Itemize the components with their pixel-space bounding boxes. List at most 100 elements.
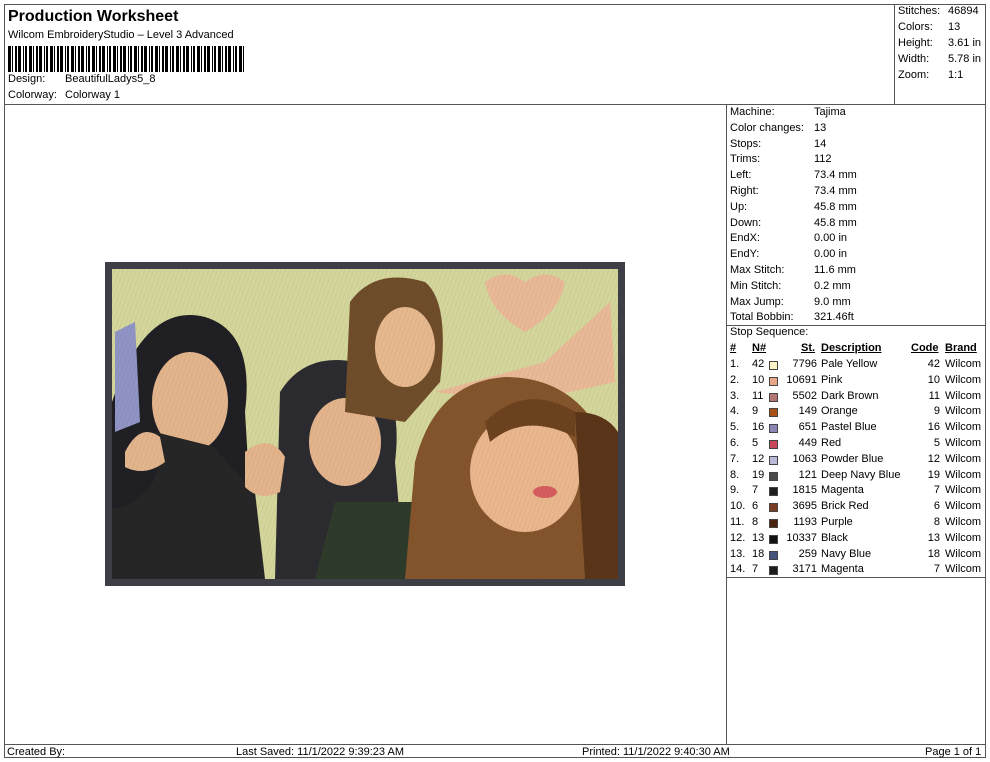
info-value: 9.0 mm xyxy=(814,295,851,308)
barcode-bar xyxy=(36,46,38,72)
stop-sequence-row: 13. 18 259 Navy Blue 18 Wilcom xyxy=(727,548,986,564)
color-code: 9 xyxy=(933,405,940,418)
color-description: Orange xyxy=(821,405,858,418)
stitch-count: 1815 xyxy=(792,484,817,497)
info-value: 0.00 in xyxy=(814,232,848,245)
info-label: Min Stitch: xyxy=(730,279,782,292)
color-code: 18 xyxy=(927,547,940,560)
stop-number: 13. xyxy=(730,547,746,560)
stat-value: 5.78 in xyxy=(948,53,982,65)
stitch-count: 1063 xyxy=(792,452,817,465)
stop-sequence-row: 9. 7 1815 Magenta 7 Wilcom xyxy=(727,484,986,500)
barcode-bar xyxy=(183,46,185,72)
stat-label: Zoom: xyxy=(898,69,930,81)
needle-number: 5 xyxy=(752,437,759,449)
info-label: Up: xyxy=(730,200,748,213)
barcode-bar xyxy=(180,46,181,72)
stop-number: 6. xyxy=(730,437,740,449)
divider xyxy=(727,577,986,578)
machine-info-row: Total Bobbin: 321.46ft xyxy=(730,311,854,323)
machine-info-row: EndY: 0.00 in xyxy=(730,248,847,260)
barcode-bar xyxy=(96,46,97,72)
info-label: Max Jump: xyxy=(730,295,784,308)
needle-number: 6 xyxy=(752,500,759,513)
stop-sequence-row: 6. 5 449 Red 5 Wilcom xyxy=(727,437,986,453)
info-label: Left: xyxy=(730,169,752,182)
color-code: 12 xyxy=(927,452,940,465)
info-label: Color changes: xyxy=(730,121,804,134)
machine-info-row: Min Stitch: 0.2 mm xyxy=(730,279,851,292)
barcode-bar xyxy=(109,46,111,72)
color-description: Powder Blue xyxy=(821,452,884,465)
info-value: 73.4 mm xyxy=(814,185,857,197)
thread-brand: Wilcom xyxy=(945,405,982,418)
machine-info-row: Stops: 14 xyxy=(730,137,826,150)
barcode-bar xyxy=(107,46,108,72)
machine-info-row: Left: 73.4 mm xyxy=(730,169,857,182)
thread-brand: Wilcom xyxy=(945,547,982,560)
color-description: Navy Blue xyxy=(821,547,872,560)
stop-number: 1. xyxy=(730,358,740,370)
needle-number: 8 xyxy=(752,516,759,528)
needle-number: 7 xyxy=(752,563,759,576)
color-code: 6 xyxy=(933,500,940,513)
stat-value: 3.61 in xyxy=(948,37,982,49)
barcode-bar xyxy=(23,46,24,72)
color-code: 8 xyxy=(933,516,940,528)
stitch-count: 3171 xyxy=(792,563,817,576)
color-swatch xyxy=(769,376,778,386)
machine-info-row: Max Jump: 9.0 mm xyxy=(730,295,851,308)
barcode-bar xyxy=(155,46,158,72)
barcode-bar xyxy=(60,46,63,72)
color-swatch xyxy=(769,424,778,434)
barcode-bar xyxy=(99,46,101,72)
color-description: Black xyxy=(821,531,848,544)
machine-info-row: Down: 45.8 mm xyxy=(730,217,857,229)
barcode-bar xyxy=(92,46,95,72)
stat-zoom: Zoom: 1:1 xyxy=(898,69,963,81)
stop-number: 9. xyxy=(730,484,740,497)
stat-colors: Colors: 13 xyxy=(898,21,960,33)
stop-sequence-row: 8. 19 121 Deep Navy Blue 19 Wilcom xyxy=(727,469,986,485)
colorway-value: Colorway 1 xyxy=(65,89,121,101)
thread-brand: Wilcom xyxy=(945,389,982,402)
stop-number: 10. xyxy=(730,500,746,513)
color-description: Purple xyxy=(821,516,853,528)
stitch-count: 7796 xyxy=(792,358,817,370)
color-description: Brick Red xyxy=(821,500,869,513)
barcode-bar xyxy=(233,46,234,72)
needle-number: 42 xyxy=(752,358,765,370)
stop-sequence-row: 11. 8 1193 Purple 8 Wilcom xyxy=(727,516,986,532)
barcode-bar xyxy=(170,46,171,72)
info-value: 13 xyxy=(814,121,827,134)
color-swatch xyxy=(769,455,778,465)
barcode-bar xyxy=(81,46,84,72)
stat-height: Height: 3.61 in xyxy=(898,37,981,49)
info-value: 112 xyxy=(814,153,832,166)
color-description: Magenta xyxy=(821,484,864,497)
header-n: N# xyxy=(752,342,767,354)
footer: Created By: Last Saved: 11/1/2022 9:39:2… xyxy=(4,744,986,759)
needle-number: 7 xyxy=(752,484,759,497)
barcode-bar xyxy=(138,46,139,72)
stop-number: 2. xyxy=(730,373,740,386)
barcode-bar xyxy=(144,46,147,72)
color-code: 19 xyxy=(927,468,940,481)
barcode-bar xyxy=(193,46,195,72)
color-code: 11 xyxy=(928,389,940,402)
color-code: 7 xyxy=(933,563,940,576)
thread-brand: Wilcom xyxy=(945,373,982,386)
thread-brand: Wilcom xyxy=(945,484,982,497)
barcode-bar xyxy=(218,46,221,72)
color-code: 7 xyxy=(933,484,940,497)
stitch-count: 10337 xyxy=(786,531,817,544)
info-label: Stops: xyxy=(730,137,762,150)
thread-brand: Wilcom xyxy=(945,452,982,465)
barcode-bar xyxy=(212,46,213,72)
barcode-bar xyxy=(18,46,21,72)
printed-date: Printed: 11/1/2022 9:40:30 AM xyxy=(582,746,730,758)
barcode-bar xyxy=(207,46,210,72)
needle-number: 9 xyxy=(752,405,759,418)
color-swatch xyxy=(769,503,778,513)
barcode-bar xyxy=(141,46,143,72)
